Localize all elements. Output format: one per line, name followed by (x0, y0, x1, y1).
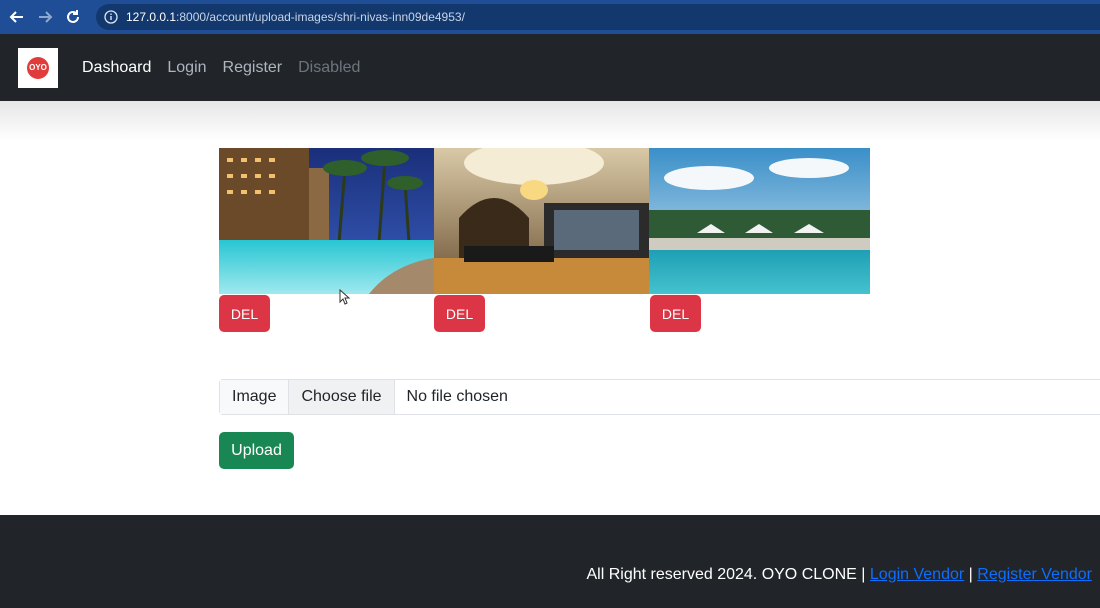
back-icon[interactable] (6, 6, 28, 28)
mouse-cursor-icon (339, 289, 351, 305)
image-gallery (219, 148, 870, 294)
navbar: OYO Dashoard Login Register Disabled (0, 34, 1100, 101)
register-vendor-link[interactable]: Register Vendor (977, 566, 1092, 583)
nav-link-dashboard[interactable]: Dashoard (82, 59, 151, 77)
image-file-input-group: Image Choose file No file chosen (219, 379, 1100, 415)
login-vendor-link[interactable]: Login Vendor (870, 566, 964, 583)
nav-link-disabled: Disabled (298, 58, 361, 76)
nav-link-register[interactable]: Register (223, 59, 283, 77)
url-path: :8000/account/upload-images/shri-nivas-i… (176, 10, 465, 24)
footer-separator-2: | (968, 566, 973, 583)
footer-separator-1: | (861, 566, 866, 583)
hotel-pool-night-image (219, 148, 434, 294)
choose-file-button[interactable]: Choose file (289, 380, 395, 414)
file-status-text[interactable]: No file chosen (395, 380, 520, 414)
reload-icon[interactable] (62, 6, 84, 28)
browser-toolbar: 127.0.0.1:8000/account/upload-images/shr… (0, 0, 1100, 34)
url-host: 127.0.0.1 (126, 10, 177, 24)
nav-links: Dashoard Login Register Disabled (82, 59, 376, 77)
navbar-shadow (0, 101, 1100, 141)
address-bar[interactable]: 127.0.0.1:8000/account/upload-images/shr… (96, 4, 1100, 30)
footer-text-line: All Right reserved 2024. OYO CLONE | Log… (586, 566, 1092, 584)
footer-copyright: All Right reserved 2024. OYO CLONE (586, 566, 857, 583)
logo-badge: OYO (27, 56, 49, 79)
footer: All Right reserved 2024. OYO CLONE | Log… (0, 515, 1100, 608)
forward-icon[interactable] (34, 6, 56, 28)
upload-button[interactable]: Upload (219, 432, 294, 469)
delete-image-button-1[interactable]: DEL (219, 295, 270, 332)
delete-image-button-2[interactable]: DEL (434, 295, 485, 332)
oyo-logo[interactable]: OYO (18, 47, 58, 88)
delete-image-button-3[interactable]: DEL (650, 295, 701, 332)
image-input-label: Image (220, 380, 290, 414)
nav-link-login[interactable]: Login (167, 59, 206, 77)
site-info-icon[interactable] (104, 10, 118, 24)
resort-pool-image (649, 148, 870, 294)
hotel-lobby-image (434, 148, 649, 294)
